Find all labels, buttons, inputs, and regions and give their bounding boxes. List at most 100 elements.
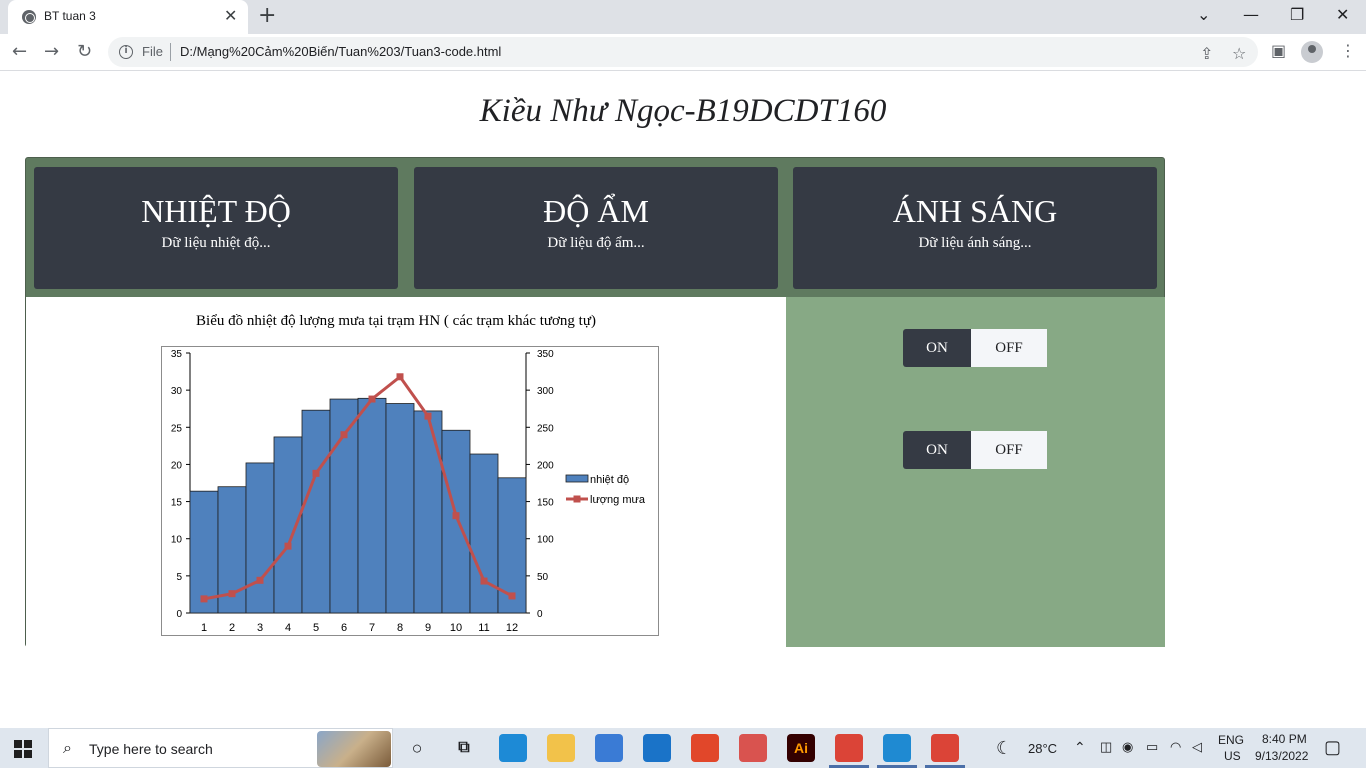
rainfall-point (368, 395, 376, 403)
bar (357, 397, 387, 614)
url-text[interactable]: D:/Mạng%20Cảm%20Biến/Tuan%203/Tuan3-code… (180, 44, 501, 59)
legend-label: nhiệt độ (590, 474, 629, 486)
mail-icon[interactable] (643, 734, 671, 762)
y-right-tick-label: 100 (537, 535, 554, 546)
card-value: Dữ liệu ánh sáng... (918, 235, 1032, 251)
y-right-tick-label: 200 (537, 460, 554, 471)
y-left-tick-label: 15 (171, 498, 183, 509)
off-button[interactable]: OFF (971, 431, 1047, 469)
rainfall-point (200, 595, 208, 603)
forward-icon[interactable]: → (44, 41, 59, 62)
store-icon[interactable] (595, 734, 623, 762)
x-tick-label: 12 (506, 622, 518, 634)
y-left-tick-label: 25 (171, 423, 183, 434)
sidepanel-icon[interactable]: ▣ (1271, 41, 1286, 60)
address-bar[interactable]: i File D:/Mạng%20Cảm%20Biến/Tuan%203/Tua… (108, 37, 1258, 67)
illustrator-icon[interactable]: Ai (787, 734, 815, 762)
bar (413, 410, 443, 614)
bar (329, 398, 359, 614)
x-tick-label: 11 (478, 622, 489, 634)
off-button[interactable]: OFF (971, 329, 1047, 367)
vscode-icon[interactable] (883, 734, 911, 762)
chrome-icon[interactable] (835, 734, 863, 762)
profile-icon[interactable] (1301, 41, 1323, 63)
new-tab-button[interactable]: + (258, 3, 276, 28)
edge-icon[interactable] (499, 734, 527, 762)
on-button[interactable]: ON (903, 329, 971, 367)
close-window-button[interactable]: ✕ (1336, 5, 1349, 24)
chrome-2-icon[interactable] (931, 734, 959, 762)
x-tick-label: 3 (257, 622, 263, 634)
volume-icon[interactable]: ◁ (1192, 739, 1202, 755)
rainfall-point (312, 469, 320, 477)
x-tick-label: 6 (341, 622, 347, 634)
y-right-tick-label: 150 (537, 498, 554, 509)
region[interactable]: US (1224, 749, 1241, 763)
card-title: ÁNH SÁNG (892, 193, 1058, 229)
cortana-icon[interactable]: ○ (403, 734, 431, 762)
back-icon[interactable]: ← (12, 41, 27, 62)
weather-temp[interactable]: 28°C (1028, 741, 1057, 756)
file-explorer-icon[interactable] (547, 734, 575, 762)
tab-title: BT tuan 3 (44, 9, 96, 23)
control-section: ON OFF ON OFF (786, 297, 1165, 647)
x-tick-label: 9 (425, 622, 431, 634)
x-tick-label: 2 (229, 622, 235, 634)
star-icon[interactable]: ☆ (1232, 44, 1246, 63)
taskbar-search[interactable]: ⌕ Type here to search (48, 728, 393, 768)
card-value: Dữ liệu độ ẩm... (547, 235, 645, 251)
rainfall-point (256, 576, 264, 584)
x-tick-label: 1 (201, 622, 207, 634)
y-left-tick-label: 20 (171, 460, 183, 471)
share-icon[interactable]: ⇪ (1200, 44, 1213, 63)
tab-search-icon[interactable]: ⌄ (1197, 5, 1210, 24)
chart-section: Biểu đồ nhiệt độ lượng mưa tại trạm HN (… (26, 297, 786, 647)
clock-time[interactable]: 8:40 PM (1262, 732, 1307, 746)
x-tick-label: 4 (285, 622, 291, 634)
office-icon[interactable] (691, 734, 719, 762)
tray-app-icon-2[interactable]: ◉ (1122, 739, 1133, 755)
legend-bar-swatch (565, 474, 589, 483)
wifi-icon[interactable]: ◠ (1170, 739, 1181, 755)
x-tick-label: 5 (313, 622, 319, 634)
clock-date[interactable]: 9/13/2022 (1255, 749, 1308, 763)
y-right-tick-label: 300 (537, 386, 554, 397)
rainfall-point (284, 542, 292, 550)
notification-icon[interactable]: ▢ (1324, 737, 1341, 758)
language[interactable]: ENG (1218, 733, 1244, 747)
y-left-tick-label: 5 (176, 572, 182, 583)
menu-icon[interactable]: ⋮ (1340, 41, 1356, 60)
weather-icon[interactable]: ☾ (996, 738, 1012, 759)
windows-start-icon[interactable] (14, 740, 32, 758)
restore-button[interactable]: ❐ (1290, 5, 1304, 24)
task-view-icon[interactable]: ⧉ (450, 734, 478, 762)
toggle-switch-1: ON OFF (903, 329, 1047, 367)
tray-chevron-icon[interactable]: ⌃ (1074, 739, 1086, 756)
x-tick-label: 10 (450, 622, 462, 634)
y-right-tick-label: 0 (537, 609, 543, 620)
info-icon[interactable]: i (119, 45, 133, 59)
minimize-button[interactable]: — (1243, 5, 1259, 24)
on-button[interactable]: ON (903, 431, 971, 469)
search-icon: ⌕ (63, 738, 72, 757)
bar (273, 436, 303, 614)
bar (301, 409, 331, 614)
reload-icon[interactable]: ↻ (77, 41, 92, 62)
rainfall-point (452, 512, 460, 520)
card-title: ĐỘ ẨM (543, 193, 649, 229)
bar (189, 490, 219, 614)
browser-tab[interactable]: BT tuan 3 ✕ (8, 0, 248, 34)
bar (385, 403, 415, 614)
battery-icon[interactable]: ▭ (1146, 739, 1158, 755)
y-left-tick-label: 0 (176, 609, 182, 620)
toggle-switch-2: ON OFF (903, 431, 1047, 469)
light-card: ÁNH SÁNG Dữ liệu ánh sáng... (793, 167, 1157, 289)
rainfall-point (340, 431, 348, 439)
globe-icon (22, 10, 36, 24)
search-highlight-image (317, 731, 391, 767)
y-right-tick-label: 50 (537, 572, 549, 583)
app-icon[interactable] (739, 734, 767, 762)
close-tab-icon[interactable]: ✕ (224, 6, 237, 25)
tray-app-icon[interactable]: ◫ (1100, 739, 1112, 755)
y-right-tick-label: 250 (537, 423, 554, 434)
